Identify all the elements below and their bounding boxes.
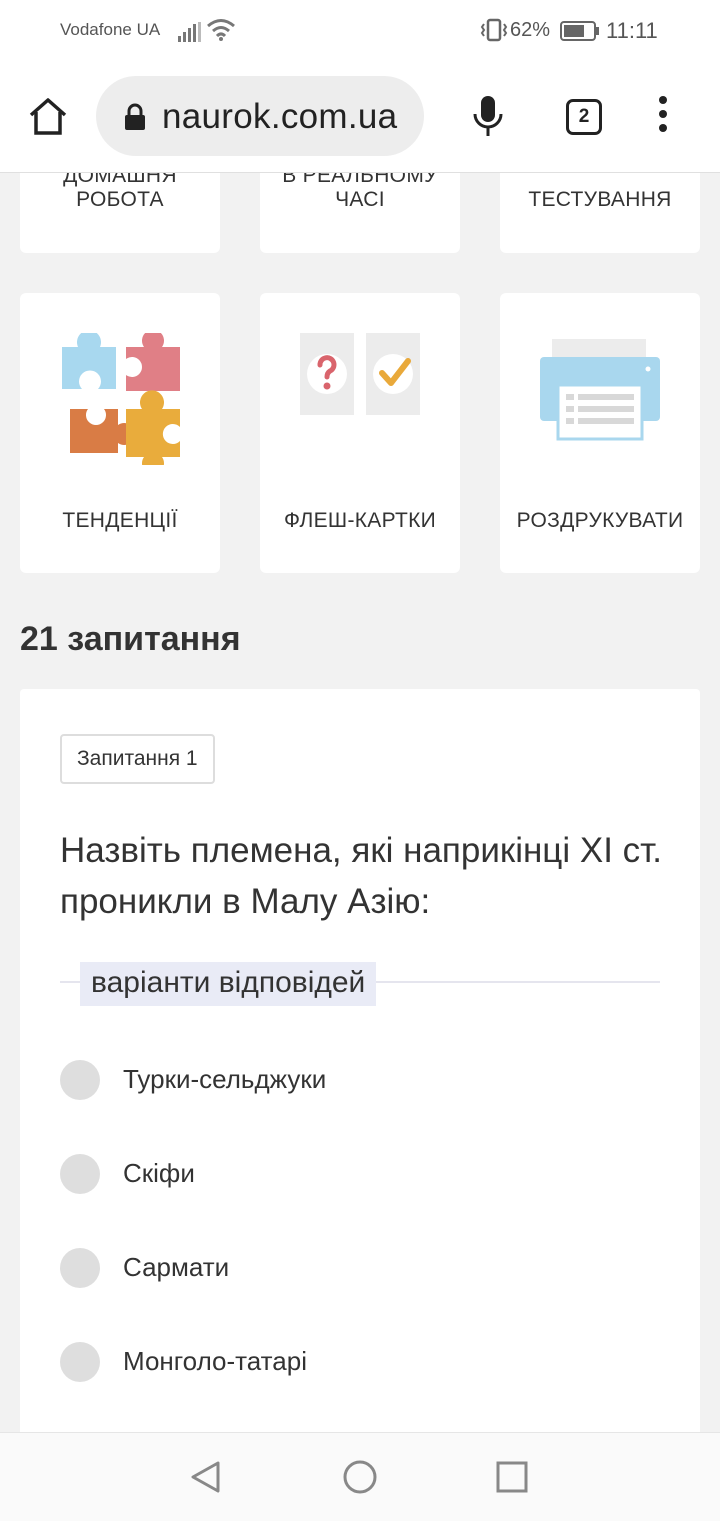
- tile-print-label: РОЗДРУКУВАТИ: [516, 509, 684, 532]
- home-icon[interactable]: [28, 96, 68, 136]
- home-nav-icon[interactable]: [342, 1459, 378, 1495]
- tile-homework[interactable]: ДОМАШНЯ РОБОТА: [20, 173, 220, 253]
- clock: 11:11: [606, 18, 658, 43]
- more-vert-icon[interactable]: [656, 96, 670, 136]
- tile-trends[interactable]: ТЕНДЕНЦІЇ: [20, 293, 220, 573]
- back-icon[interactable]: [188, 1459, 224, 1495]
- tile-flashcards-label: ФЛЕШ-КАРТКИ: [283, 509, 437, 532]
- answer-option-label: Скіфи: [123, 1158, 195, 1188]
- question-card: Запитання 1 Назвіть племена, які наприкі…: [20, 689, 700, 1432]
- answer-option-label: Сармати: [123, 1252, 230, 1282]
- lock-icon: [125, 103, 145, 130]
- address-bar[interactable]: naurok.com.ua: [96, 76, 424, 156]
- tile-live[interactable]: В РЕАЛЬНОМУ ЧАСІ: [260, 173, 460, 253]
- vibrate-icon: [480, 18, 508, 42]
- wifi-icon: [207, 19, 235, 41]
- puzzle-icon: [62, 333, 180, 465]
- mic-icon[interactable]: [470, 94, 506, 140]
- system-nav-bar: [0, 1432, 720, 1521]
- carrier-name: Vodafone UA: [60, 20, 161, 39]
- answer-option-label: Монголо-татарі: [123, 1346, 307, 1376]
- answer-option-label: Турки-сельджуки: [123, 1064, 327, 1094]
- questions-count-title: 21 запитання: [20, 620, 241, 658]
- tile-homework-label: ДОМАШНЯ РОБОТА: [63, 173, 177, 211]
- recents-icon[interactable]: [496, 1461, 528, 1493]
- tile-testing[interactable]: ТЕСТУВАННЯ: [500, 173, 700, 253]
- browser-toolbar: naurok.com.ua 2: [0, 62, 720, 173]
- radio-button[interactable]: [60, 1342, 100, 1382]
- question-text: Назвіть племена, які наприкінці XI ст. п…: [60, 831, 663, 921]
- answers-label: варіанти відповідей: [80, 962, 377, 1006]
- radio-button[interactable]: [60, 1060, 100, 1100]
- page-content: ДОМАШНЯ РОБОТА В РЕАЛЬНОМУ ЧАСІ ТЕСТУВАН…: [0, 173, 720, 1432]
- tile-trends-label: ТЕНДЕНЦІЇ: [62, 509, 178, 532]
- signal-icon: [178, 22, 201, 42]
- answer-option[interactable]: Сармати: [60, 1248, 660, 1288]
- answer-option[interactable]: Монголо-татарі: [60, 1342, 660, 1382]
- radio-button[interactable]: [60, 1154, 100, 1194]
- status-bar: Vodafone UA 62% 11:11: [0, 0, 720, 62]
- flashcards-icon: [300, 333, 420, 415]
- tile-flashcards[interactable]: ФЛЕШ-КАРТКИ: [260, 293, 460, 573]
- url-text[interactable]: naurok.com.ua: [162, 97, 397, 137]
- tile-testing-label: ТЕСТУВАННЯ: [528, 188, 672, 211]
- tile-print[interactable]: РОЗДРУКУВАТИ: [500, 293, 700, 573]
- question-number-badge: Запитання 1: [60, 734, 215, 784]
- answer-option[interactable]: Турки-сельджуки: [60, 1060, 660, 1100]
- answer-option[interactable]: Скіфи: [60, 1154, 660, 1194]
- printer-icon: [540, 339, 660, 441]
- battery-percent: 62%: [510, 19, 551, 41]
- battery-icon: [560, 21, 599, 41]
- tabs-icon[interactable]: 2: [566, 99, 602, 135]
- radio-button[interactable]: [60, 1248, 100, 1288]
- tile-live-label: В РЕАЛЬНОМУ ЧАСІ: [282, 173, 438, 211]
